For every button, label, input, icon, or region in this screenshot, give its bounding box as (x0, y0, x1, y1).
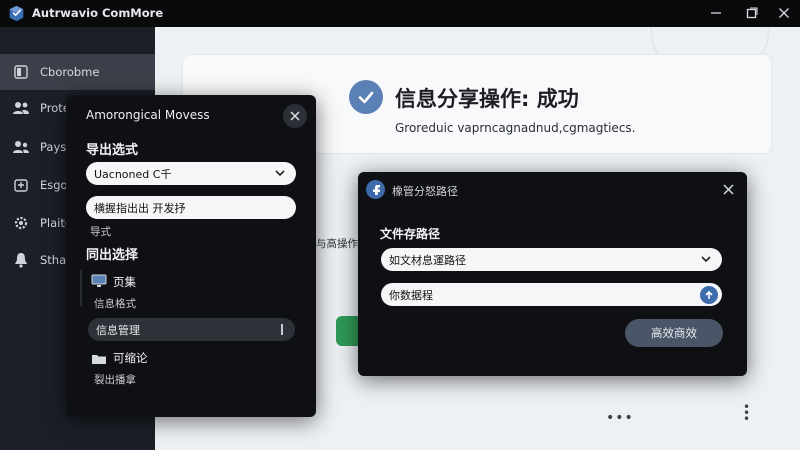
file-path-heading: 文件存路径 (380, 227, 441, 241)
success-title: 信息分享操作: 成功 (395, 87, 579, 111)
user-group-icon (12, 138, 30, 156)
close-window-button[interactable] (774, 4, 794, 22)
document-icon (12, 63, 30, 81)
minimize-button[interactable] (706, 4, 726, 22)
bell-icon (12, 251, 30, 269)
dialog-close-button[interactable] (720, 181, 736, 197)
sidebar-item-cborobme[interactable]: Cborobme (0, 54, 155, 90)
dialog-title: 橡管分怒路径 (392, 185, 458, 198)
minimize-icon (711, 12, 721, 14)
chevron-down-icon (701, 256, 711, 263)
export-name-field[interactable]: 横握指出出 开发抒 (86, 196, 296, 219)
export-icon (12, 176, 30, 194)
path-select[interactable]: 如文材息運路径 (381, 248, 722, 271)
app-logo-icon (9, 5, 24, 22)
output-selection-heading: 同出选择 (86, 248, 139, 263)
maximize-button[interactable] (742, 4, 762, 22)
arrow-up-icon (705, 290, 713, 299)
success-subtitle: Groreduic vaprncagnadnud,cgmagtiecs. (395, 121, 636, 135)
format-label: 导式 (90, 226, 111, 238)
export-options-heading: 导出选式 (86, 143, 139, 158)
path-select-value: 如文材息運路径 (389, 254, 466, 267)
dialog-title: Amorongical Movess (86, 108, 210, 122)
close-icon (290, 111, 300, 121)
more-vertical-icon[interactable]: • • • (743, 401, 751, 425)
format-select[interactable]: Uacnoned C千 (86, 162, 296, 185)
upload-button[interactable] (700, 286, 718, 304)
title-bar: Autrwavio ComMore (0, 0, 800, 27)
info-management-option[interactable]: 信息管理 (88, 318, 295, 341)
more-horizontal-icon[interactable]: ••• (606, 410, 634, 426)
sidebar-item-label: Cborobme (40, 65, 100, 79)
success-check-icon (349, 80, 383, 114)
option-subtitle: 裂出播拿 (94, 374, 136, 386)
folder-icon (91, 350, 107, 369)
option-subtitle: 信息格式 (94, 298, 136, 310)
export-name-value: 横握指出出 开发抒 (94, 202, 186, 215)
data-path-value: 你数据程 (389, 289, 433, 302)
close-icon (779, 8, 789, 18)
background-text-fragment: 与高操作 (316, 238, 358, 250)
option-title[interactable]: 可缩论 (113, 350, 148, 366)
info-management-label: 信息管理 (96, 324, 140, 337)
gear-icon (12, 214, 30, 232)
sidebar-item-label: Pays (40, 140, 67, 154)
monitor-icon (91, 273, 107, 292)
dialog-close-button[interactable] (283, 104, 307, 128)
data-path-input[interactable]: 你数据程 (381, 283, 722, 306)
info-icon (366, 180, 385, 199)
maximize-icon (746, 7, 758, 19)
confirm-button[interactable]: 高效商效 (625, 319, 723, 347)
users-icon (12, 99, 30, 117)
format-select-value: Uacnoned C千 (94, 168, 172, 181)
close-icon (722, 183, 734, 195)
chevron-down-icon (275, 170, 285, 177)
storage-path-dialog: 橡管分怒路径 文件存路径 如文材息運路径 你数据程 高效商效 (358, 172, 747, 376)
scroll-indicator (281, 324, 283, 335)
option-title[interactable]: 页集 (113, 274, 136, 290)
section-divider (80, 270, 82, 306)
window-title: Autrwavio ComMore (32, 6, 164, 20)
